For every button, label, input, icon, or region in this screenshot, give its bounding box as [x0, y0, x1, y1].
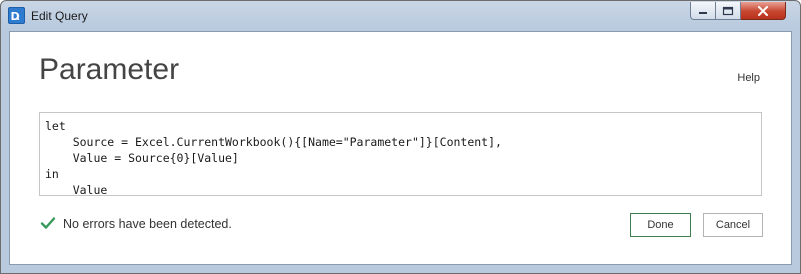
code-line: let: [45, 119, 66, 133]
help-link[interactable]: Help: [737, 72, 760, 84]
svg-text::: :: [17, 13, 21, 22]
minimize-button[interactable]: [690, 2, 716, 20]
status-message: No errors have been detected.: [63, 217, 232, 231]
formula-editor[interactable]: let Source = Excel.CurrentWorkbook(){[Na…: [39, 112, 762, 196]
code-line: Value = Source{0}[Value]: [45, 151, 239, 165]
done-button[interactable]: Done: [630, 213, 691, 237]
title-bar[interactable]: D : Edit Query: [1, 1, 800, 31]
cancel-button[interactable]: Cancel: [703, 213, 763, 237]
maximize-button[interactable]: [716, 2, 741, 20]
minimize-icon: [699, 11, 707, 14]
edit-query-window: D : Edit Query Parameter Help let Source…: [0, 0, 801, 274]
code-line: Source = Excel.CurrentWorkbook(){[Name="…: [45, 135, 502, 149]
close-button[interactable]: [741, 2, 786, 20]
maximize-icon: [722, 6, 734, 15]
code-line: in: [45, 167, 59, 181]
query-title: Parameter: [39, 53, 180, 86]
code-line: Value: [45, 183, 108, 196]
checkmark-icon: [40, 217, 56, 229]
window-title: Edit Query: [31, 9, 88, 23]
dialog-content: Parameter Help let Source = Excel.Curren…: [9, 31, 792, 265]
close-icon: [758, 5, 768, 16]
app-icon: D :: [8, 7, 25, 24]
